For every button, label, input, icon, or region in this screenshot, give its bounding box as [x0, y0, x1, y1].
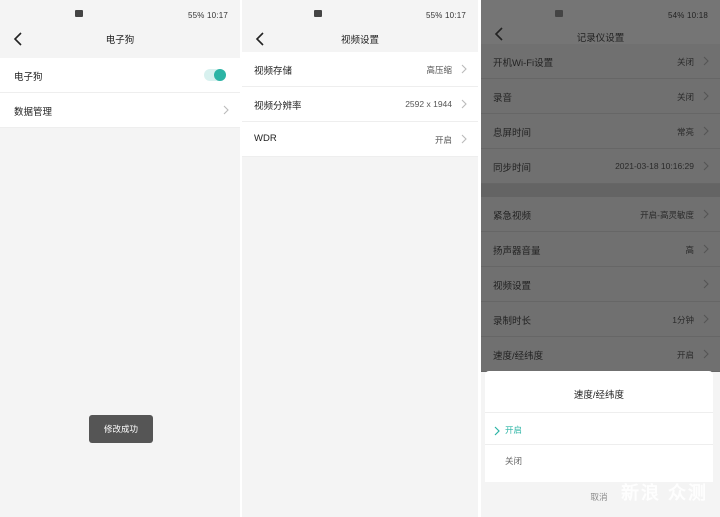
row-emergency-video[interactable]: 紧急视频 开启-高灵敏度 — [481, 197, 720, 232]
status-bar: 54% 10:18 — [481, 0, 720, 28]
header: 电子狗 — [0, 28, 240, 52]
status-bar: 55% 10:17 — [242, 0, 478, 28]
panel-video-settings: 55% 10:17 视频设置 视频存储 高压缩 视频分辨率 2592 x 194… — [242, 0, 478, 517]
row-video-storage[interactable]: 视频存储 高压缩 — [242, 52, 478, 87]
row-record-duration[interactable]: 录制时长 1分钟 — [481, 302, 720, 337]
row-value: 常亮 — [676, 127, 694, 137]
row-value: 关闭 — [676, 92, 694, 102]
row-label: 扬声器音量 — [493, 246, 541, 257]
row-label: 视频设置 — [493, 281, 532, 292]
electronic-dog-toggle[interactable] — [204, 69, 226, 81]
chevron-right-icon — [703, 279, 709, 289]
chevron-right-icon — [223, 105, 229, 115]
chevron-right-icon — [703, 91, 709, 101]
chevron-right-icon — [461, 64, 467, 74]
row-speed-coordinates[interactable]: 速度/经纬度 开启 — [481, 337, 720, 372]
row-value: 高压缩 — [426, 65, 452, 75]
row-screen-timeout[interactable]: 息屏时间 常亮 — [481, 114, 720, 149]
row-speaker-volume[interactable]: 扬声器音量 高 — [481, 232, 720, 267]
status-text: 55% 10:17 — [187, 11, 228, 20]
row-value: 开启 — [676, 350, 694, 360]
header: 视频设置 — [242, 28, 478, 52]
row-value: 高 — [685, 245, 694, 255]
chevron-right-icon — [703, 244, 709, 254]
chevron-right-icon — [703, 56, 709, 66]
row-label: 录音 — [493, 93, 513, 104]
chevron-right-icon — [703, 161, 709, 171]
row-value: 2021-03-18 10:16:29 — [615, 161, 694, 171]
chevron-right-icon — [703, 314, 709, 324]
sheet-title: 速度/经纬度 — [573, 390, 625, 401]
option-off[interactable]: 关闭 — [505, 455, 522, 467]
status-text: 54% 10:18 — [667, 11, 708, 20]
option-label: 开启 — [505, 425, 523, 435]
row-sync-time[interactable]: 同步时间 2021-03-18 10:16:29 — [481, 149, 720, 184]
row-value: 开启-高灵敏度 — [640, 210, 694, 220]
header: 记录仪设置 — [481, 27, 720, 44]
chevron-right-icon — [703, 209, 709, 219]
row-label: WDR — [254, 133, 277, 144]
chevron-right-icon — [703, 349, 709, 359]
panel-electronic-dog: 55% 10:17 电子狗 电子狗 数据管理 修改成功 — [0, 0, 240, 517]
option-on[interactable]: 开启 — [493, 424, 522, 436]
row-boot-wifi[interactable]: 开机Wi-Fi设置 关闭 — [481, 44, 720, 79]
toast-message: 修改成功 — [89, 415, 153, 443]
row-video-resolution[interactable]: 视频分辨率 2592 x 1944 — [242, 87, 478, 122]
row-label: 速度/经纬度 — [493, 351, 544, 362]
notification-icon — [314, 10, 322, 17]
row-label: 视频分辨率 — [254, 101, 302, 112]
chevron-right-icon — [461, 134, 467, 144]
row-label: 录制时长 — [493, 316, 532, 327]
row-label: 视频存储 — [254, 66, 293, 77]
notification-icon — [75, 10, 83, 17]
row-data-management[interactable]: 数据管理 — [0, 93, 240, 128]
page-title: 记录仪设置 — [576, 33, 625, 44]
row-electronic-dog[interactable]: 电子狗 — [0, 58, 240, 93]
page-title: 电子狗 — [105, 35, 135, 46]
row-value: 关闭 — [676, 57, 694, 67]
chevron-right-icon — [494, 426, 500, 436]
row-video-settings[interactable]: 视频设置 — [481, 267, 720, 302]
status-text: 55% 10:17 — [425, 11, 466, 20]
notification-icon — [555, 10, 563, 17]
row-recording[interactable]: 录音 关闭 — [481, 79, 720, 114]
chevron-right-icon — [461, 99, 467, 109]
row-wdr[interactable]: WDR 开启 — [242, 122, 478, 157]
row-label: 紧急视频 — [493, 211, 532, 222]
row-value: 1分钟 — [672, 315, 694, 325]
row-label: 息屏时间 — [493, 128, 532, 139]
row-label: 同步时间 — [493, 163, 532, 174]
status-bar: 55% 10:17 — [0, 0, 240, 28]
chevron-right-icon — [703, 126, 709, 136]
row-label: 电子狗 — [14, 72, 43, 83]
page-title: 视频设置 — [340, 35, 379, 46]
option-label: 关闭 — [505, 456, 523, 466]
row-value: 开启 — [434, 135, 452, 145]
row-label: 开机Wi-Fi设置 — [493, 58, 554, 69]
row-label: 数据管理 — [14, 107, 53, 118]
watermark-logo: 新浪 众测 — [620, 483, 708, 503]
row-value: 2592 x 1944 — [405, 99, 452, 109]
